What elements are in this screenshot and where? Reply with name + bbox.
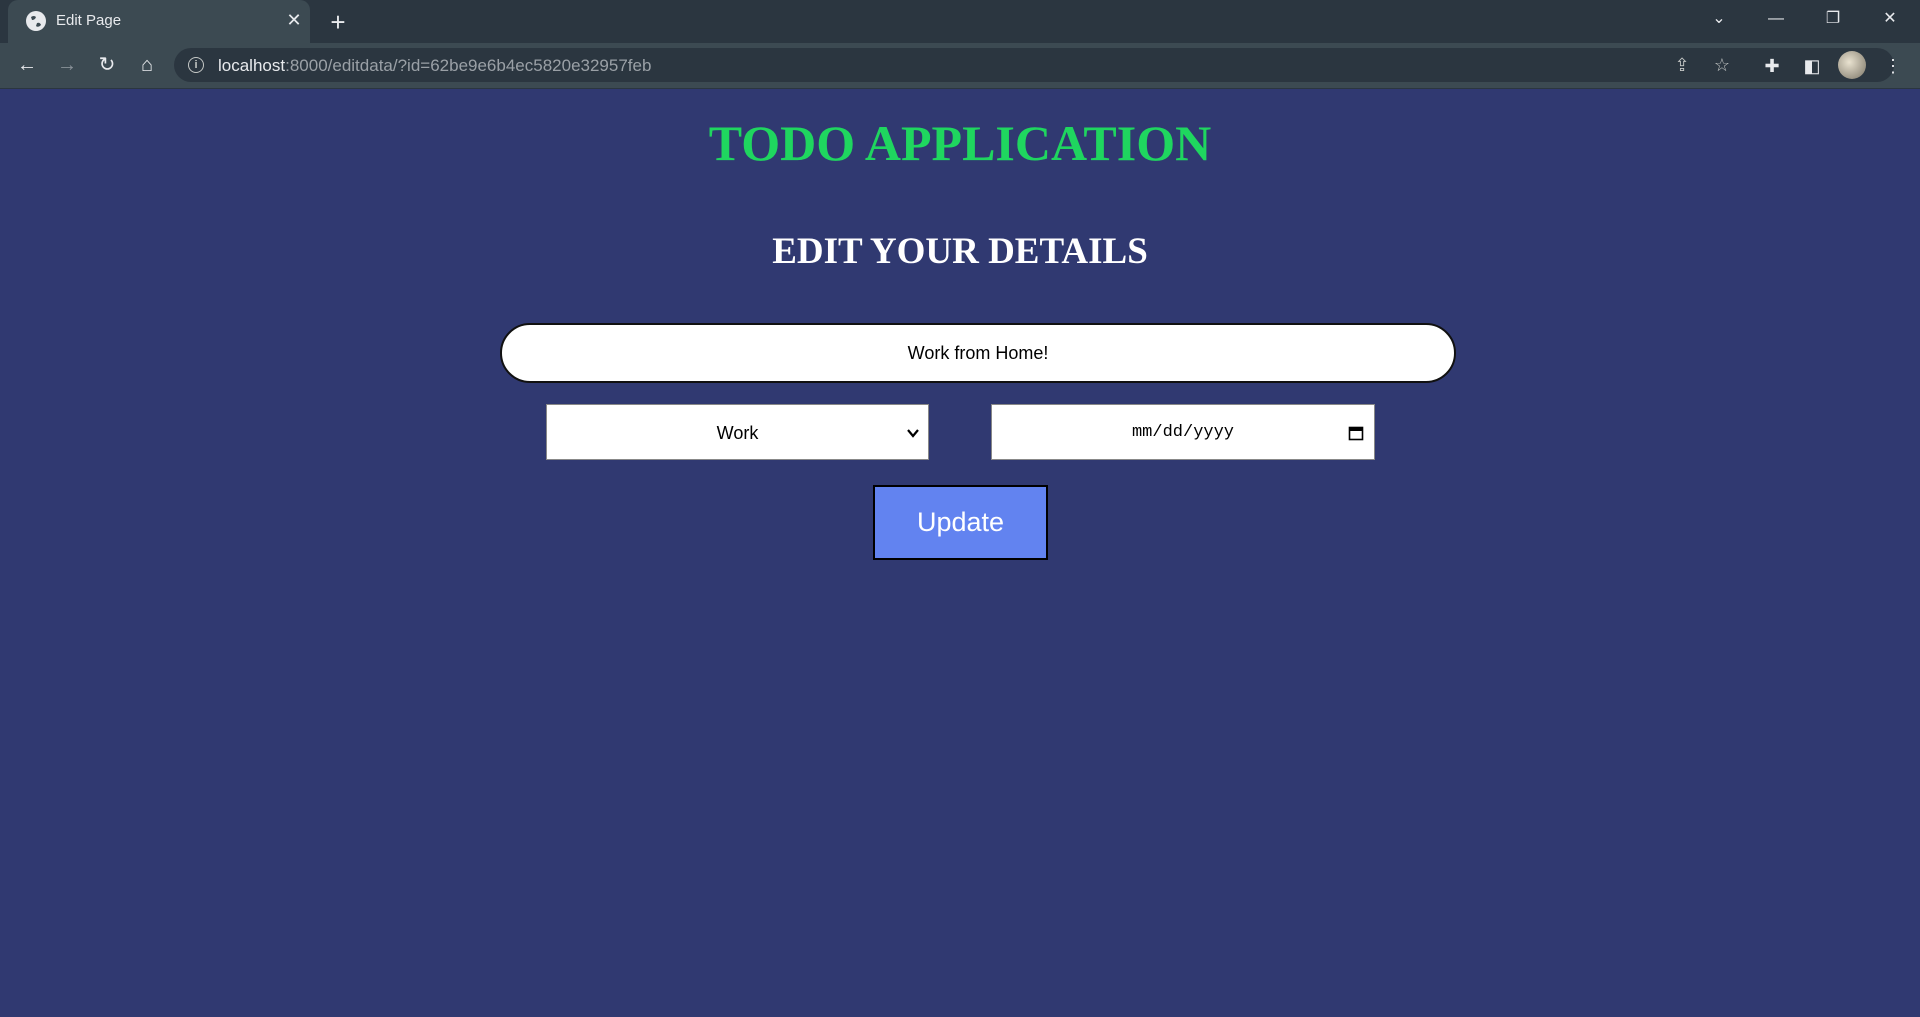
- globe-icon: [26, 11, 46, 31]
- address-path: :8000/editdata/?id=62be9e6b4ec5820e32957…: [285, 56, 652, 75]
- date-placeholder: mm/dd/yyyy: [1131, 423, 1235, 442]
- date-input[interactable]: mm/dd/yyyy: [991, 404, 1375, 460]
- extensions-icon[interactable]: ✚: [1759, 53, 1785, 79]
- category-selected-value: Work: [716, 423, 759, 443]
- forward-icon[interactable]: →: [51, 49, 83, 81]
- category-select[interactable]: Work: [546, 404, 929, 460]
- browser-tab[interactable]: Edit Page ✕: [8, 0, 310, 43]
- restore-icon[interactable]: ❐: [1805, 0, 1861, 38]
- task-input[interactable]: [500, 323, 1456, 383]
- info-icon[interactable]: i: [188, 57, 204, 73]
- reload-icon[interactable]: ↻: [91, 49, 123, 81]
- update-button[interactable]: Update: [873, 485, 1048, 560]
- plus-icon[interactable]: +: [324, 8, 352, 36]
- tab-title: Edit Page: [56, 12, 122, 29]
- share-icon[interactable]: ⇪: [1670, 53, 1694, 77]
- page-body: TODO APPLICATION EDIT YOUR DETAILS Work …: [0, 89, 1920, 1017]
- browser-toolbar: ← → ↻ ⌂ i localhost:8000/editdata/?id=62…: [0, 43, 1920, 89]
- close-window-icon[interactable]: ✕: [1862, 0, 1918, 38]
- home-icon[interactable]: ⌂: [131, 49, 163, 81]
- sidebar-icon[interactable]: ◧: [1799, 53, 1825, 79]
- tab-search-icon[interactable]: ⌄: [1691, 0, 1747, 38]
- form-title: EDIT YOUR DETAILS: [772, 231, 1148, 272]
- browser-tab-bar: Edit Page ✕ + ⌄ — ❐ ✕: [0, 0, 1920, 43]
- app-title: TODO APPLICATION: [708, 115, 1212, 171]
- address-host: localhost: [218, 56, 286, 75]
- address-bar[interactable]: i localhost:8000/editdata/?id=62be9e6b4e…: [174, 48, 1894, 82]
- back-icon[interactable]: ←: [11, 49, 43, 81]
- calendar-icon[interactable]: [1348, 425, 1364, 441]
- close-tab-icon[interactable]: ✕: [284, 10, 304, 30]
- menu-icon[interactable]: ⋮: [1880, 53, 1906, 79]
- avatar[interactable]: [1838, 51, 1866, 79]
- chevron-down-icon: [907, 429, 919, 438]
- address-url[interactable]: localhost:8000/editdata/?id=62be9e6b4ec5…: [218, 56, 651, 76]
- minimize-icon[interactable]: —: [1748, 0, 1804, 38]
- star-icon[interactable]: ☆: [1710, 53, 1734, 77]
